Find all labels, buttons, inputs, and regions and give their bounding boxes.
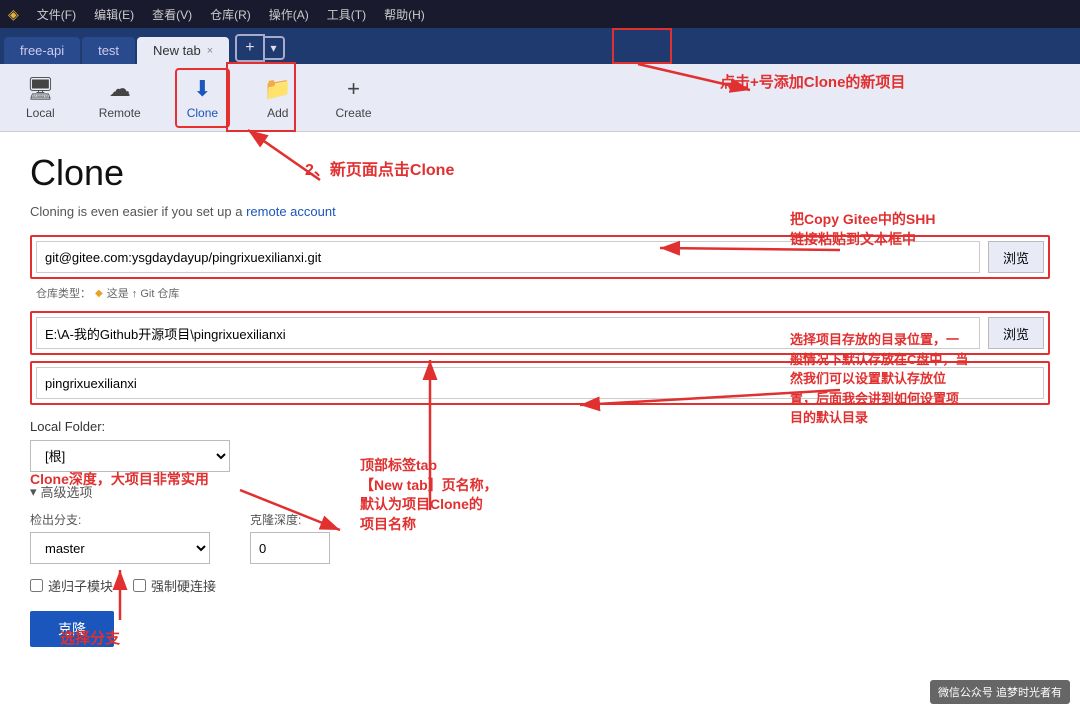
tab-test-label: test [98,43,119,58]
toolbar-create[interactable]: + Create [325,70,381,126]
depth-input[interactable] [250,532,330,564]
tab-free-api-label: free-api [20,43,64,58]
checkbox-row: 递归子模块 强制硬连接 [30,576,1050,595]
menu-help[interactable]: 帮助(H) [376,4,433,25]
tab-test[interactable]: test [82,37,135,64]
project-name-row [30,361,1050,405]
url-input[interactable] [36,241,980,273]
toolbar-remote-label: Remote [99,106,141,120]
tab-close-icon[interactable]: × [207,45,213,57]
app-logo: ◈ [8,6,19,23]
tab-new-controls: + ▾ [235,34,284,62]
folder-select-row: [根] 其他... [30,440,1050,472]
toolbar-clone[interactable]: ⬇ Clone [175,68,230,128]
checkout-branch-label: 检出分支: [30,511,210,528]
depth-label: 克隆深度: [250,511,330,528]
project-name-input[interactable] [36,367,1044,399]
menu-action[interactable]: 操作(A) [261,4,317,25]
toolbar-add-label: Add [267,106,288,120]
tab-new-tab-label: New tab [153,43,201,58]
tab-bar: free-api test New tab × + ▾ [0,28,1080,64]
repo-type-diamond-icon: ◆ [95,288,103,299]
menu-file[interactable]: 文件(F) [29,4,84,25]
browse-button-2[interactable]: 浏览 [988,317,1044,349]
new-tab-dropdown-button[interactable]: ▾ [265,36,285,60]
remote-account-link[interactable]: remote account [246,204,336,219]
menu-view[interactable]: 查看(V) [144,4,200,25]
toolbar-local[interactable]: 🖥 Local [16,70,65,126]
local-path-row: 浏览 [30,311,1050,355]
add-icon: 📁 [264,76,291,102]
tab-new-tab[interactable]: New tab × [137,37,229,64]
toolbar-clone-label: Clone [187,106,218,120]
clone-subtitle: Cloning is even easier if you set up a r… [30,204,1050,219]
recursive-submodules-label: 递归子模块 [48,576,113,595]
branch-select[interactable]: master develop [30,532,210,564]
advanced-toggle[interactable]: ▾ 高级选项 [30,482,1050,501]
create-icon: + [347,76,360,102]
tab-free-api[interactable]: free-api [4,37,80,64]
depth-field-group: 克隆深度: [250,511,330,564]
local-path-input[interactable] [36,317,980,349]
title-bar: ◈ 文件(F) 编辑(E) 查看(V) 仓库(R) 操作(A) 工具(T) 帮助… [0,0,1080,28]
clone-icon: ⬇ [193,76,211,102]
main-content: Clone Cloning is even easier if you set … [0,132,1080,714]
wechat-name: 追梦时光者有 [996,687,1062,699]
toolbar-create-label: Create [335,106,371,120]
folder-select[interactable]: [根] 其他... [30,440,230,472]
menu-repo[interactable]: 仓库(R) [202,4,259,25]
chevron-down-icon: ▾ [30,484,37,500]
browse-button-1[interactable]: 浏览 [988,241,1044,273]
toolbar-add[interactable]: 📁 Add [254,70,301,126]
checkbox-hardlink[interactable]: 强制硬连接 [133,576,216,595]
hardlink-checkbox[interactable] [133,579,146,592]
wechat-label: 微信公众号 [938,687,996,699]
hardlink-label: 强制硬连接 [151,576,216,595]
menu-edit[interactable]: 编辑(E) [86,4,142,25]
checkbox-recursive[interactable]: 递归子模块 [30,576,113,595]
recursive-submodules-checkbox[interactable] [30,579,43,592]
new-tab-plus-button[interactable]: + [235,34,264,62]
branch-field-group: 检出分支: master develop [30,511,210,564]
menu-bar: 文件(F) 编辑(E) 查看(V) 仓库(R) 操作(A) 工具(T) 帮助(H… [29,4,433,25]
remote-icon: ☁ [109,76,131,102]
repo-type-row: 仓库类型： ◆ 这是 ↑ Git 仓库 [30,285,1050,301]
local-icon: 🖥 [26,76,54,102]
advanced-section: ▾ 高级选项 检出分支: master develop 克隆深度: 递归子模块 [30,482,1050,647]
menu-tools[interactable]: 工具(T) [319,4,374,25]
toolbar: 🖥 Local ☁ Remote ⬇ Clone 📁 Add + Create [0,64,1080,132]
repo-type-text: 这是 ↑ Git 仓库 [107,285,180,301]
page-title: Clone [30,152,1050,194]
local-folder-label: Local Folder: [30,419,1050,434]
toolbar-remote[interactable]: ☁ Remote [89,70,151,126]
wechat-badge: 微信公众号 追梦时光者有 [930,680,1070,704]
advanced-fields: 检出分支: master develop 克隆深度: [30,511,1050,564]
advanced-toggle-label: 高级选项 [41,482,93,501]
clone-button[interactable]: 克隆 [30,611,114,647]
toolbar-local-label: Local [26,106,55,120]
url-input-row: 浏览 [30,235,1050,279]
repo-type-label: 仓库类型： [36,285,91,301]
